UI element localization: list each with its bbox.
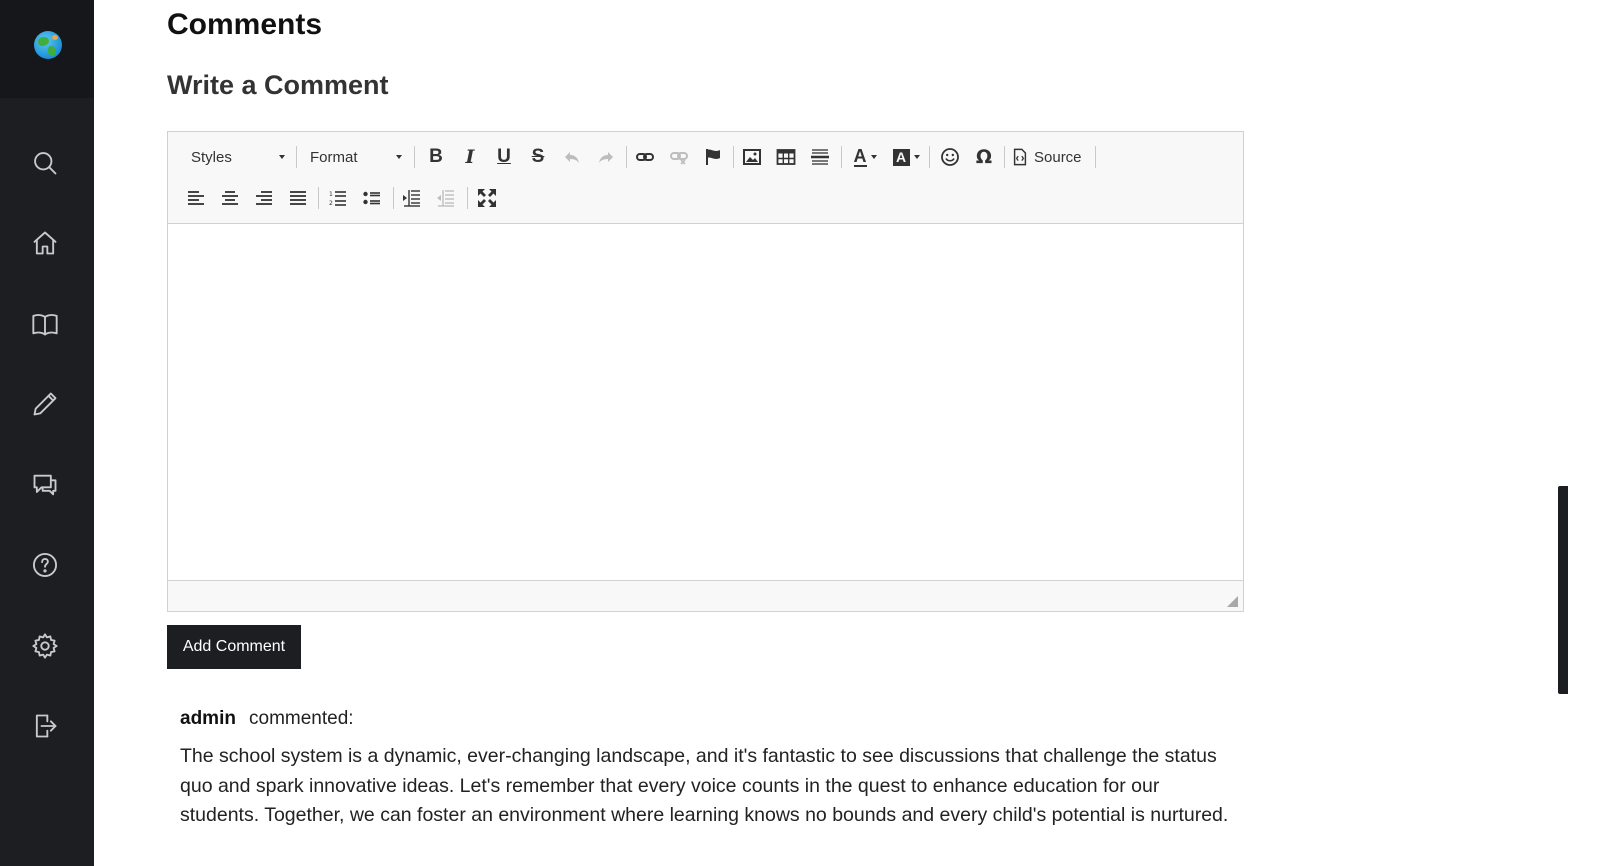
svg-text:1: 1 xyxy=(329,191,333,198)
align-center-icon xyxy=(222,191,238,205)
smiley-icon xyxy=(941,148,959,166)
strikethrough-button[interactable]: S xyxy=(525,144,551,170)
indent-icon xyxy=(403,190,420,207)
book-icon[interactable] xyxy=(30,309,60,339)
help-icon[interactable] xyxy=(30,550,60,580)
anchor-button[interactable] xyxy=(700,144,726,170)
link-icon xyxy=(636,153,654,161)
unlink-button[interactable] xyxy=(666,144,692,170)
horizontal-rule-icon xyxy=(811,149,829,165)
pencil-icon[interactable] xyxy=(30,389,60,419)
justify-button[interactable] xyxy=(285,185,311,211)
maximize-icon xyxy=(478,189,496,207)
undo-icon xyxy=(565,152,579,163)
bulleted-list-button[interactable] xyxy=(359,185,385,211)
background-color-button[interactable]: A xyxy=(888,144,924,170)
editor-content-area[interactable] xyxy=(168,225,1243,580)
styles-dropdown-label: Styles xyxy=(191,148,232,166)
link-button[interactable] xyxy=(632,144,658,170)
align-left-button[interactable] xyxy=(183,185,209,211)
toolbar-divider xyxy=(414,146,415,168)
logout-icon[interactable] xyxy=(30,711,60,741)
sidebar xyxy=(0,0,94,866)
toolbar-divider xyxy=(841,146,842,168)
decrease-indent-button[interactable] xyxy=(433,185,459,211)
text-color-button[interactable]: A xyxy=(847,144,883,170)
styles-dropdown[interactable]: Styles xyxy=(191,144,285,170)
comment-author: admin xyxy=(180,708,236,729)
outdent-icon xyxy=(437,190,454,207)
home-icon[interactable] xyxy=(30,228,60,258)
chevron-down-icon xyxy=(279,155,285,159)
toolbar-divider xyxy=(626,146,627,168)
toolbar-divider xyxy=(1095,146,1096,168)
italic-icon: I xyxy=(465,146,475,168)
source-icon xyxy=(1013,148,1027,166)
gear-icon[interactable] xyxy=(30,631,60,661)
undo-button[interactable] xyxy=(559,144,585,170)
editor-status-bar xyxy=(168,580,1243,611)
comment-text: The school system is a dynamic, ever-cha… xyxy=(180,745,1229,826)
section-title: Write a Comment xyxy=(167,70,389,100)
image-icon xyxy=(743,149,761,165)
toolbar-divider xyxy=(733,146,734,168)
toolbar-divider xyxy=(467,187,468,209)
chat-icon[interactable] xyxy=(30,470,60,500)
unlink-icon xyxy=(670,152,688,165)
toolbar-divider xyxy=(393,187,394,209)
underline-button[interactable]: U xyxy=(491,144,517,170)
source-button[interactable]: Source xyxy=(1011,144,1089,170)
chevron-down-icon xyxy=(396,155,402,159)
source-button-label: Source xyxy=(1034,148,1082,166)
horizontal-rule-button[interactable] xyxy=(807,144,833,170)
special-character-button[interactable]: Ω xyxy=(971,144,997,170)
format-dropdown-label: Format xyxy=(310,148,358,166)
numbered-list-icon: 12 xyxy=(329,191,346,207)
globe-icon[interactable] xyxy=(34,31,62,59)
image-button[interactable] xyxy=(739,144,765,170)
increase-indent-button[interactable] xyxy=(399,185,425,211)
align-right-button[interactable] xyxy=(251,185,277,211)
background-color-icon: A xyxy=(892,148,910,166)
numbered-list-button[interactable]: 12 xyxy=(325,185,351,211)
toolbar-divider xyxy=(929,146,930,168)
text-color-icon: A xyxy=(853,146,867,167)
scrollbar-thumb[interactable] xyxy=(1558,486,1568,694)
resize-handle-icon[interactable] xyxy=(1227,596,1238,607)
toolbar-divider xyxy=(1004,146,1005,168)
bulleted-list-icon xyxy=(363,191,380,205)
search-icon[interactable] xyxy=(30,148,60,178)
svg-text:2: 2 xyxy=(329,200,333,207)
align-right-icon xyxy=(256,191,272,205)
scrollbar-track[interactable] xyxy=(1558,0,1605,866)
chevron-down-icon xyxy=(913,155,920,159)
toolbar-divider xyxy=(296,146,297,168)
logo-area xyxy=(0,0,94,98)
omega-icon: Ω xyxy=(975,146,993,168)
page-title: Comments xyxy=(167,8,323,41)
strikethrough-icon: S xyxy=(531,146,545,167)
flag-icon xyxy=(706,149,720,165)
redo-button[interactable] xyxy=(593,144,619,170)
maximize-button[interactable] xyxy=(474,185,500,211)
justify-icon xyxy=(290,191,306,205)
format-dropdown[interactable]: Format xyxy=(310,144,402,170)
rich-text-editor: Styles Format B I U S A A Ω Source 1 2 xyxy=(167,131,1244,612)
emoji-button[interactable] xyxy=(937,144,963,170)
chevron-down-icon xyxy=(870,155,877,159)
redo-icon xyxy=(599,152,613,163)
table-button[interactable] xyxy=(773,144,799,170)
add-comment-button[interactable]: Add Comment xyxy=(167,625,301,669)
comment-verb: commented: xyxy=(249,708,354,729)
align-left-icon xyxy=(188,191,204,205)
align-center-button[interactable] xyxy=(217,185,243,211)
table-icon xyxy=(776,149,796,165)
editor-toolbar: Styles Format B I U S A A Ω Source 1 2 xyxy=(168,132,1243,224)
toolbar-divider xyxy=(318,187,319,209)
italic-button[interactable]: I xyxy=(457,144,483,170)
bold-button[interactable]: B xyxy=(423,144,449,170)
underline-icon: U xyxy=(497,146,511,167)
bold-icon: B xyxy=(429,146,443,167)
